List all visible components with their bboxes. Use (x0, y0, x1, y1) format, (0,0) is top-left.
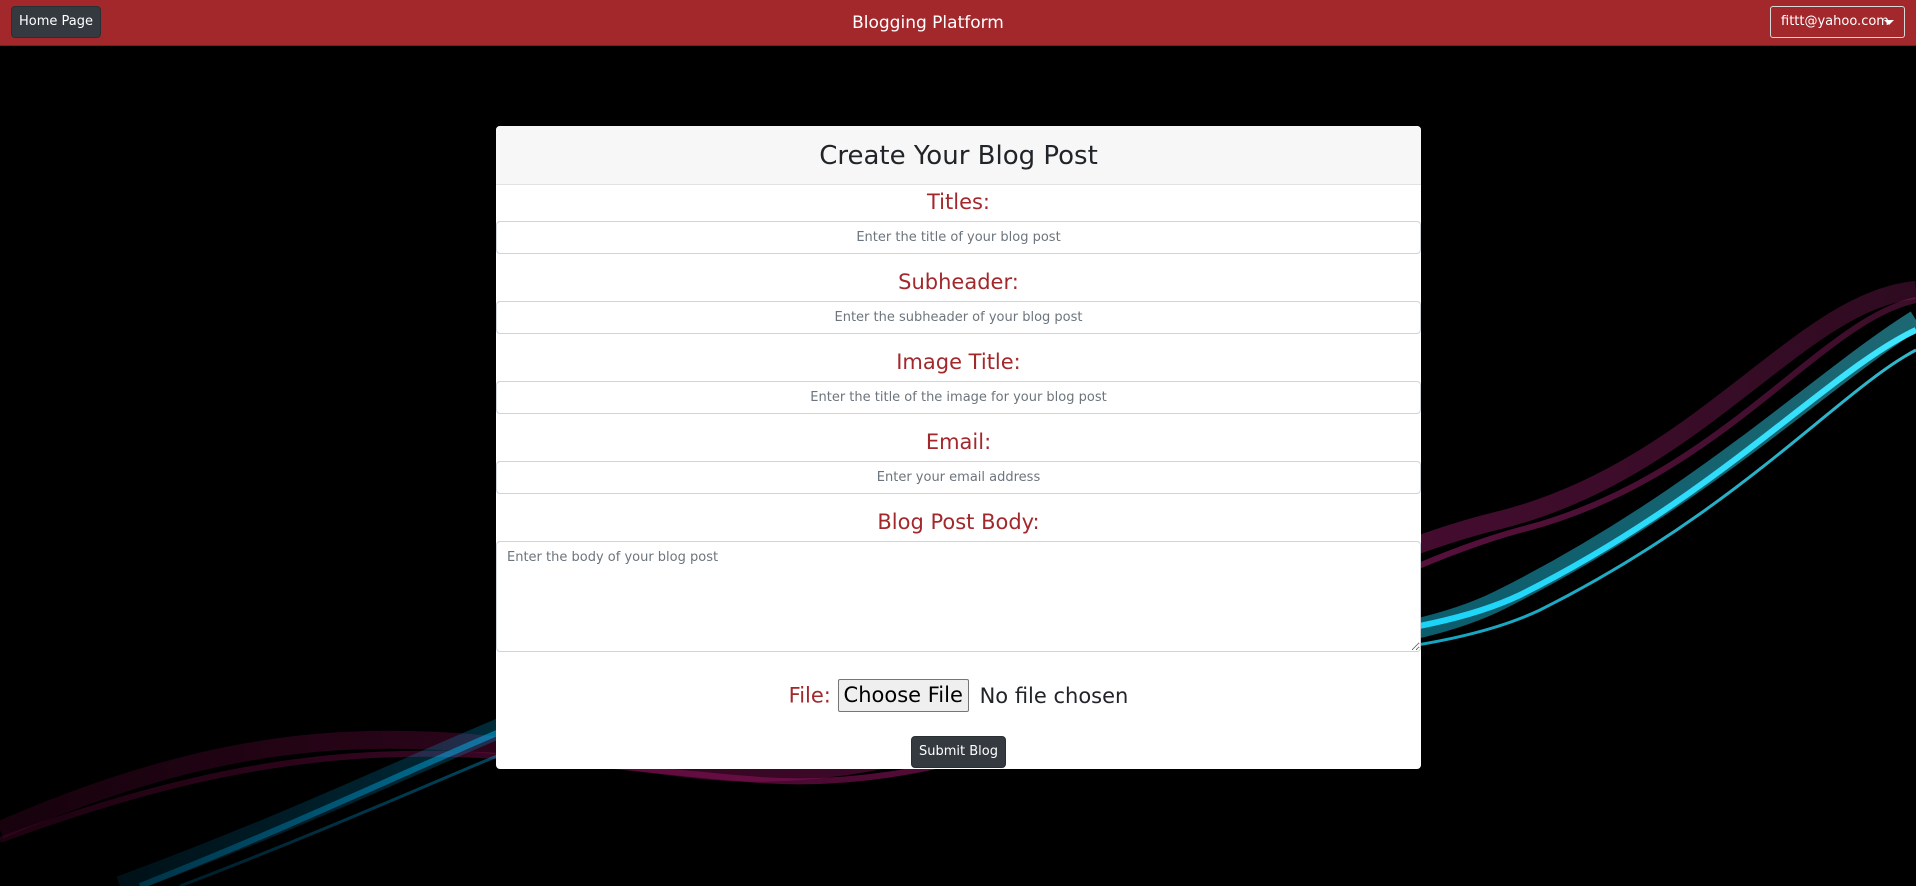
submit-blog-button[interactable]: Submit Blog (911, 736, 1006, 768)
user-menu-dropdown[interactable]: fittt@yahoo.com (1770, 6, 1905, 38)
email-label: Email: (925, 430, 992, 454)
page: Home Page Blogging Platform fittt@yahoo.… (0, 0, 1916, 886)
title-label: Titles: (926, 190, 991, 214)
file-status: No file chosen (979, 683, 1129, 708)
file-upload-row: File: Choose File No file chosen (496, 679, 1421, 719)
home-page-button[interactable]: Home Page (11, 6, 101, 38)
title-input[interactable] (496, 221, 1421, 254)
email-input[interactable] (496, 461, 1421, 494)
blog-post-form-card: Create Your Blog Post Titles: Subheader:… (496, 126, 1421, 769)
body-textarea[interactable] (496, 541, 1421, 652)
subheader-label: Subheader: (898, 270, 1019, 294)
image-title-label: Image Title: (896, 350, 1021, 374)
choose-file-button[interactable]: Choose File (837, 679, 969, 712)
form-body: Titles: Subheader: Image Title: Email: B… (496, 185, 1421, 652)
chevron-down-icon (1884, 20, 1894, 25)
form-heading: Create Your Blog Post (496, 126, 1421, 185)
user-email: fittt@yahoo.com (1781, 14, 1889, 29)
top-navbar: Home Page Blogging Platform fittt@yahoo.… (0, 0, 1916, 46)
brand-title: Blogging Platform (852, 13, 1004, 33)
image-title-input[interactable] (496, 381, 1421, 414)
subheader-input[interactable] (496, 301, 1421, 334)
file-label: File: (788, 683, 831, 708)
body-label: Blog Post Body: (877, 510, 1040, 534)
